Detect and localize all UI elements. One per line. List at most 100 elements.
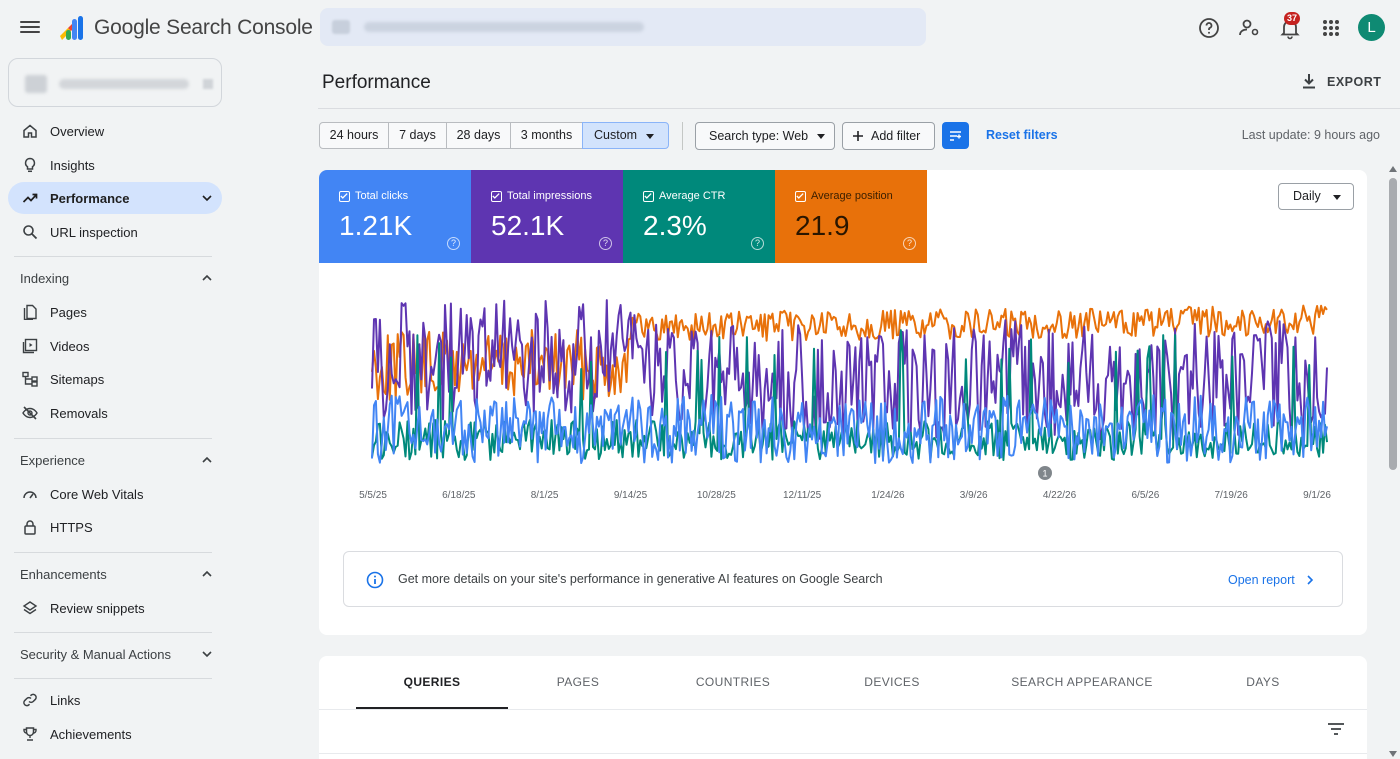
range-24-hours[interactable]: 24 hours: [319, 122, 389, 149]
add-filter-button[interactable]: Add filter: [842, 122, 935, 150]
sidebar-section-enhancements[interactable]: Enhancements: [8, 558, 222, 590]
chevron-up-icon: [202, 274, 212, 281]
sidebar-item-label: Review snippets: [50, 601, 145, 616]
sidebar-item-pages[interactable]: Pages: [8, 296, 222, 328]
sidebar-section-experience[interactable]: Experience: [8, 444, 222, 476]
video-icon: [22, 338, 38, 354]
table-header-divider: [319, 753, 1367, 754]
sidebar-item-label: Videos: [50, 339, 90, 354]
tab-days[interactable]: DAYS: [1198, 656, 1328, 709]
sidebar-item-achievements[interactable]: Achievements: [8, 718, 222, 750]
scroll-thumb[interactable]: [1389, 178, 1397, 470]
help-icon[interactable]: ?: [447, 237, 460, 250]
search-console-logo: [60, 16, 83, 40]
sidebar-item-removals[interactable]: Removals: [8, 397, 222, 429]
metric-total-clicks[interactable]: Total clicks 1.21K ?: [319, 170, 471, 263]
sidebar-item-core-web-vitals[interactable]: Core Web Vitals: [8, 478, 222, 510]
dimension-tabs-card: QUERIES PAGES COUNTRIES DEVICES SEARCH A…: [319, 656, 1367, 759]
checkbox-checked-icon[interactable]: [339, 191, 350, 202]
scroll-up-arrow-icon[interactable]: [1389, 166, 1397, 172]
tab-devices[interactable]: DEVICES: [818, 656, 966, 709]
metric-value: 2.3%: [643, 210, 707, 241]
help-icon[interactable]: ?: [903, 237, 916, 250]
manage-users-icon[interactable]: [1237, 16, 1261, 40]
checkbox-checked-icon[interactable]: [643, 191, 654, 202]
reset-filters-link[interactable]: Reset filters: [986, 128, 1058, 142]
sidebar-item-performance[interactable]: Performance: [8, 182, 222, 214]
metric-average-position[interactable]: Average position 21.9 ?: [775, 170, 927, 263]
link-icon: [23, 693, 37, 707]
help-icon[interactable]: ?: [599, 237, 612, 250]
ai-notice-text: Get more details on your site's performa…: [398, 572, 883, 586]
x-tick-label: 9/1/26: [1303, 490, 1331, 501]
granularity-dropdown[interactable]: Daily: [1278, 183, 1354, 210]
search-input[interactable]: [320, 8, 926, 46]
eye-off-icon: [22, 406, 38, 420]
section-label: Enhancements: [20, 567, 107, 582]
granularity-label: Daily: [1293, 189, 1321, 203]
sidebar-item-overview[interactable]: Overview: [8, 115, 222, 147]
sidebar-item-url-inspection[interactable]: URL inspection: [8, 216, 222, 248]
sitemap-icon: [22, 371, 38, 387]
property-selector[interactable]: [8, 58, 222, 107]
scroll-down-arrow-icon[interactable]: [1389, 751, 1397, 757]
download-icon: [1303, 74, 1315, 89]
section-label: Security & Manual Actions: [20, 647, 172, 662]
metric-value: 52.1K: [491, 210, 565, 241]
filter-settings-button[interactable]: [942, 122, 969, 149]
lightbulb-icon: [24, 157, 36, 173]
top-bar: Google Search Console 37 L: [0, 0, 1400, 58]
metric-average-ctr[interactable]: Average CTR 2.3% ?: [623, 170, 775, 263]
checkbox-checked-icon[interactable]: [491, 191, 502, 202]
checkbox-checked-icon[interactable]: [795, 191, 806, 202]
open-report-link[interactable]: Open report: [1228, 573, 1295, 587]
apps-grid-icon[interactable]: [1319, 16, 1343, 40]
sidebar-divider: [14, 256, 212, 257]
main-menu-icon[interactable]: [20, 18, 40, 38]
filter-rows-icon[interactable]: [1327, 722, 1345, 736]
export-label: EXPORT: [1327, 75, 1382, 89]
sidebar-divider: [14, 438, 212, 439]
sidebar-item-label: Pages: [50, 305, 87, 320]
last-update-text: Last update: 9 hours ago: [1241, 128, 1380, 142]
notification-badge: 37: [1284, 12, 1301, 25]
tab-queries[interactable]: QUERIES: [356, 656, 508, 709]
help-icon[interactable]: [1197, 16, 1221, 40]
sidebar-item-insights[interactable]: Insights: [8, 149, 222, 181]
metric-total-impressions[interactable]: Total impressions 52.1K ?: [471, 170, 623, 263]
range-28-days[interactable]: 28 days: [446, 122, 511, 149]
sidebar-item-review-snippets[interactable]: Review snippets: [8, 592, 222, 624]
sidebar-item-label: Core Web Vitals: [50, 487, 144, 502]
x-tick-label: 12/11/25: [783, 490, 822, 501]
search-placeholder-redacted: [364, 22, 644, 32]
sidebar-item-videos[interactable]: Videos: [8, 330, 222, 362]
help-icon[interactable]: ?: [751, 237, 764, 250]
x-tick-label: 8/1/25: [531, 490, 559, 501]
avatar[interactable]: L: [1358, 14, 1385, 41]
home-icon: [23, 124, 37, 138]
chevron-down-icon[interactable]: [200, 191, 214, 205]
tab-countries[interactable]: COUNTRIES: [648, 656, 818, 709]
sidebar-item-sitemaps[interactable]: Sitemaps: [8, 363, 222, 395]
sidebar-item-label: Removals: [50, 406, 108, 421]
x-tick-label: 1/24/26: [871, 490, 905, 501]
range-7-days[interactable]: 7 days: [388, 122, 447, 149]
tab-pages[interactable]: PAGES: [508, 656, 648, 709]
chevron-right-icon[interactable]: [1304, 573, 1316, 587]
x-tick-label: 10/28/25: [697, 490, 736, 501]
metric-label: Total clicks: [355, 190, 409, 202]
add-filter-label: Add filter: [871, 129, 921, 143]
range-3-months[interactable]: 3 months: [510, 122, 583, 149]
metric-label: Total impressions: [507, 190, 592, 202]
range-custom[interactable]: Custom: [582, 122, 669, 149]
page-scrollbar[interactable]: [1386, 164, 1400, 759]
tab-search-appearance[interactable]: SEARCH APPEARANCE: [966, 656, 1198, 709]
sidebar-item-https[interactable]: HTTPS: [8, 511, 222, 543]
sidebar-section-indexing[interactable]: Indexing: [8, 262, 222, 294]
search-type-dropdown[interactable]: Search type: Web: [695, 122, 835, 150]
range-custom-label: Custom: [594, 128, 638, 142]
sidebar-section-security[interactable]: Security & Manual Actions: [8, 638, 222, 670]
sidebar-item-label: URL inspection: [50, 225, 138, 240]
search-type-label: Search type: Web: [709, 129, 809, 143]
sidebar-item-links[interactable]: Links: [8, 684, 222, 716]
